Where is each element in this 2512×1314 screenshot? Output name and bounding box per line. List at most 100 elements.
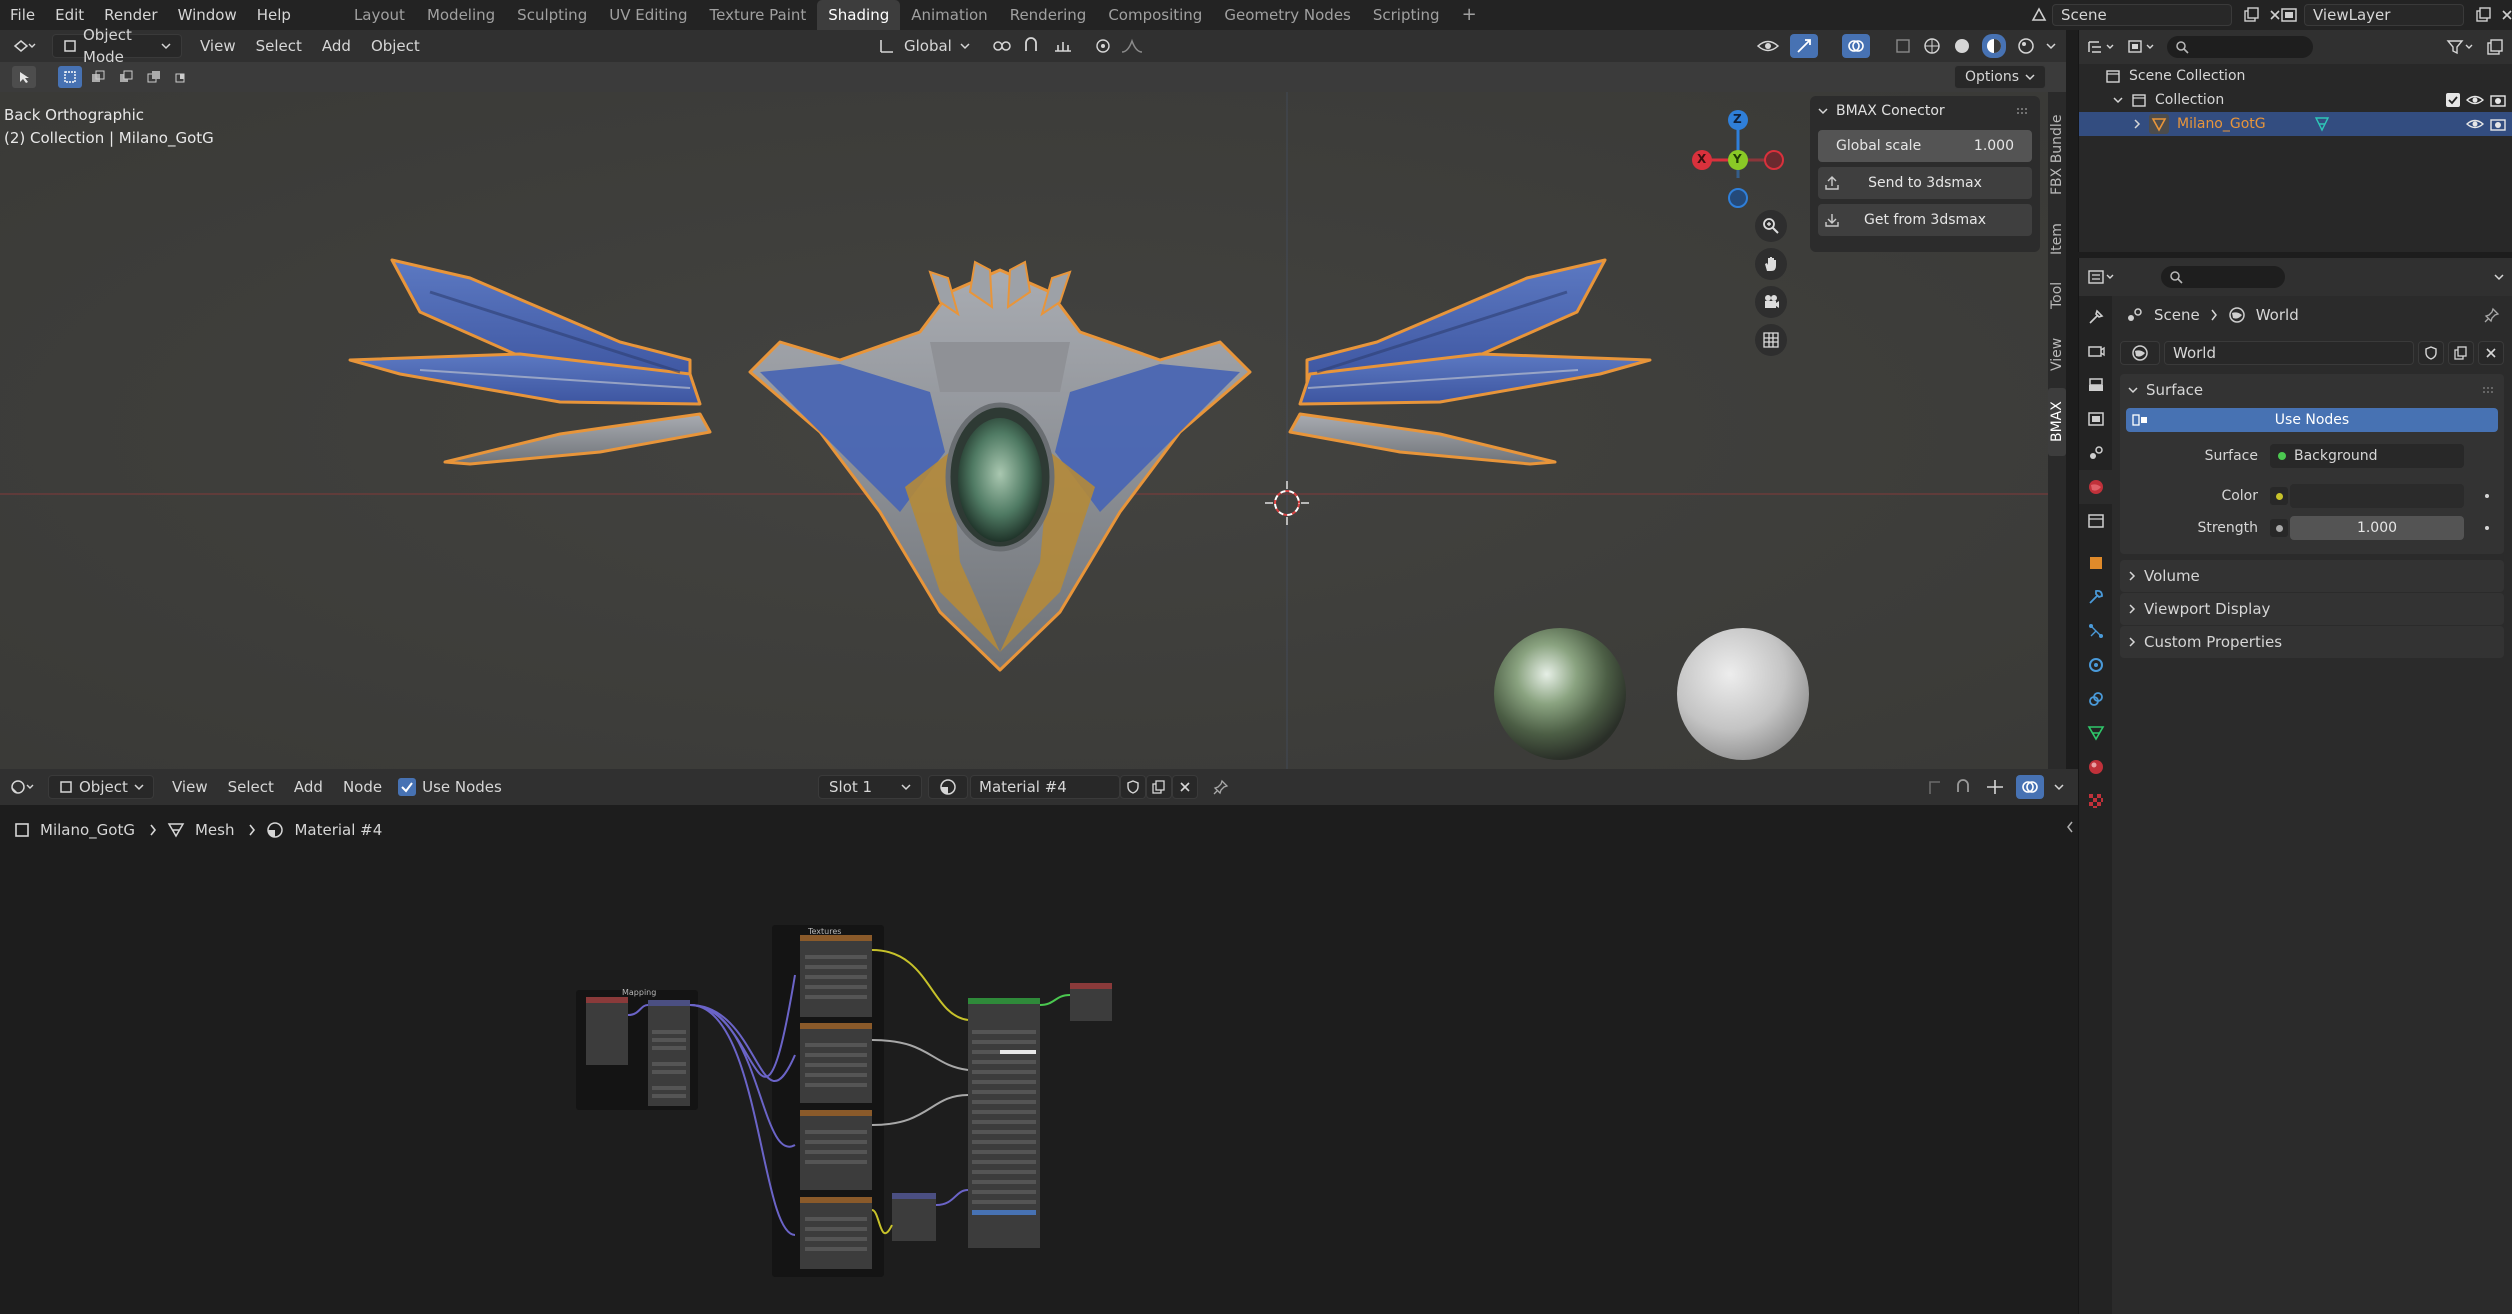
outliner-editor-type-icon[interactable] [2087, 38, 2117, 56]
output-tab-icon[interactable] [2079, 368, 2113, 402]
wireframe-shading-icon[interactable] [1922, 36, 1942, 56]
outliner-search-input[interactable] [2167, 36, 2313, 58]
snap-target-icon[interactable] [1052, 37, 1074, 55]
use-nodes-button[interactable]: Use Nodes [2126, 408, 2498, 432]
pan-hand-icon[interactable] [1755, 248, 1787, 280]
duplicate-material-icon[interactable] [1146, 775, 1172, 799]
snap-icon[interactable] [1022, 37, 1044, 55]
outliner-row-scene-collection[interactable]: Scene Collection [2079, 64, 2512, 88]
eye-icon[interactable] [2466, 117, 2484, 131]
surface-panel-header[interactable]: Surface [2120, 374, 2504, 406]
material-browse-icon[interactable] [928, 775, 968, 799]
keyframe-dot-icon[interactable] [2484, 525, 2490, 531]
sidebar-tab-item[interactable]: Item [2048, 214, 2066, 264]
workspace-tab-shading[interactable]: Shading [817, 0, 901, 30]
node-snap-mode-icon[interactable] [1984, 778, 2006, 796]
tool-tab-icon[interactable] [2079, 300, 2113, 334]
render-camera-icon[interactable] [2490, 93, 2506, 107]
select-invert-icon[interactable] [142, 66, 166, 88]
view-layer-tab-icon[interactable] [2079, 402, 2113, 436]
unlink-world-icon[interactable] [2478, 341, 2504, 365]
duplicate-world-icon[interactable] [2448, 341, 2474, 365]
strength-socket-button[interactable] [2270, 519, 2288, 537]
properties-search-input[interactable] [2161, 266, 2285, 288]
pin-icon[interactable] [2484, 307, 2500, 323]
editor-type-icon[interactable] [4, 37, 44, 55]
mesh-data-icon[interactable] [2314, 116, 2330, 132]
render-tab-icon[interactable] [2079, 334, 2113, 368]
gizmo-toggle-icon[interactable] [1790, 34, 1818, 58]
collection-tab-icon[interactable] [2079, 504, 2113, 538]
physics-tab-icon[interactable] [2079, 648, 2113, 682]
node-menu-select[interactable]: Select [218, 778, 284, 796]
scene-selector[interactable]: Scene [2026, 4, 2286, 26]
workspace-tab-sculpting[interactable]: Sculpting [506, 0, 598, 30]
toggle-perspective-grid-icon[interactable] [1755, 324, 1787, 356]
drag-handle-icon[interactable] [2482, 386, 2496, 394]
workspace-tab-scripting[interactable]: Scripting [1362, 0, 1451, 30]
bmax-panel-header[interactable]: BMAX Conector [1810, 96, 2040, 126]
sidebar-tab-fbx-bundle[interactable]: FBX Bundle [2048, 102, 2066, 208]
view-layer-selector[interactable]: ViewLayer [2274, 4, 2512, 26]
render-camera-icon[interactable] [2490, 117, 2506, 131]
slot-dropdown[interactable]: Slot 1 [818, 775, 922, 799]
filter-icon[interactable] [2446, 38, 2476, 56]
workspace-tab-uv-editing[interactable]: UV Editing [598, 0, 698, 30]
chevron-down-icon[interactable] [2046, 42, 2056, 50]
custom-properties-section[interactable]: Custom Properties [2120, 626, 2504, 658]
eye-icon[interactable] [2466, 93, 2484, 107]
select-extend-icon[interactable] [86, 66, 110, 88]
camera-view-icon[interactable] [1755, 286, 1787, 318]
zoom-icon[interactable] [1755, 210, 1787, 242]
select-new-icon[interactable] [58, 66, 82, 88]
menu-help[interactable]: Help [247, 0, 301, 30]
node-editor-canvas[interactable]: Textures Mapping [0, 855, 2078, 1314]
new-collection-icon[interactable] [2486, 38, 2504, 56]
chevron-down-icon[interactable] [2113, 96, 2123, 104]
orientation-dropdown[interactable]: Global [904, 37, 952, 55]
material-tab-icon[interactable] [2079, 750, 2113, 784]
menu-file[interactable]: File [0, 0, 45, 30]
node-menu-add[interactable]: Add [284, 778, 333, 796]
sidebar-tab-bmax[interactable]: BMAX [2048, 388, 2066, 456]
world-name-field[interactable]: World [2164, 341, 2414, 365]
workspace-tab-texture-paint[interactable]: Texture Paint [698, 0, 817, 30]
parent-node-tree-icon[interactable] [1926, 778, 1944, 796]
menu-window[interactable]: Window [168, 0, 247, 30]
chevron-right-icon[interactable] [2133, 119, 2141, 129]
unlink-material-icon[interactable] [1172, 775, 1198, 799]
rendered-shading-icon[interactable] [2016, 36, 2036, 56]
display-mode-icon[interactable] [2127, 38, 2157, 56]
new-scene-icon[interactable] [2238, 7, 2264, 23]
exclude-checkbox[interactable] [2446, 93, 2460, 107]
remove-view-layer-icon[interactable] [2496, 9, 2512, 21]
workspace-tab-rendering[interactable]: Rendering [999, 0, 1098, 30]
xray-toggle-icon[interactable] [1894, 37, 1912, 55]
workspace-tab-modeling[interactable]: Modeling [416, 0, 506, 30]
properties-editor-type-icon[interactable] [2087, 268, 2117, 286]
node-overlays-icon[interactable] [2016, 775, 2044, 799]
node-snap-icon[interactable] [1954, 778, 1974, 796]
constraints-tab-icon[interactable] [2079, 682, 2113, 716]
material-preview-shading-icon[interactable] [1982, 34, 2006, 58]
options-dropdown[interactable]: Options [1953, 65, 2046, 89]
chevron-down-icon[interactable] [2054, 783, 2064, 791]
workspace-tab-compositing[interactable]: Compositing [1097, 0, 1213, 30]
workspace-tab-geometry-nodes[interactable]: Geometry Nodes [1213, 0, 1362, 30]
node-menu-node[interactable]: Node [333, 778, 392, 796]
drag-handle-icon[interactable] [2016, 107, 2030, 115]
object-data-tab-icon[interactable] [2079, 716, 2113, 750]
fake-user-shield-icon[interactable] [1120, 775, 1146, 799]
fake-user-shield-icon[interactable] [2418, 341, 2444, 365]
pin-icon[interactable] [1206, 779, 1236, 795]
viewport-menu-view[interactable]: View [190, 37, 246, 55]
volume-section[interactable]: Volume [2120, 560, 2504, 592]
select-tool-icon[interactable] [12, 66, 36, 88]
node-menu-view[interactable]: View [162, 778, 218, 796]
surface-shader-dropdown[interactable]: Background [2270, 444, 2464, 468]
solid-shading-icon[interactable] [1952, 36, 1972, 56]
shader-editor-type-icon[interactable] [2, 778, 42, 796]
new-view-layer-icon[interactable] [2470, 7, 2496, 23]
add-workspace-button[interactable]: + [1451, 0, 1488, 30]
view-layer-name-field[interactable]: ViewLayer [2304, 4, 2464, 26]
